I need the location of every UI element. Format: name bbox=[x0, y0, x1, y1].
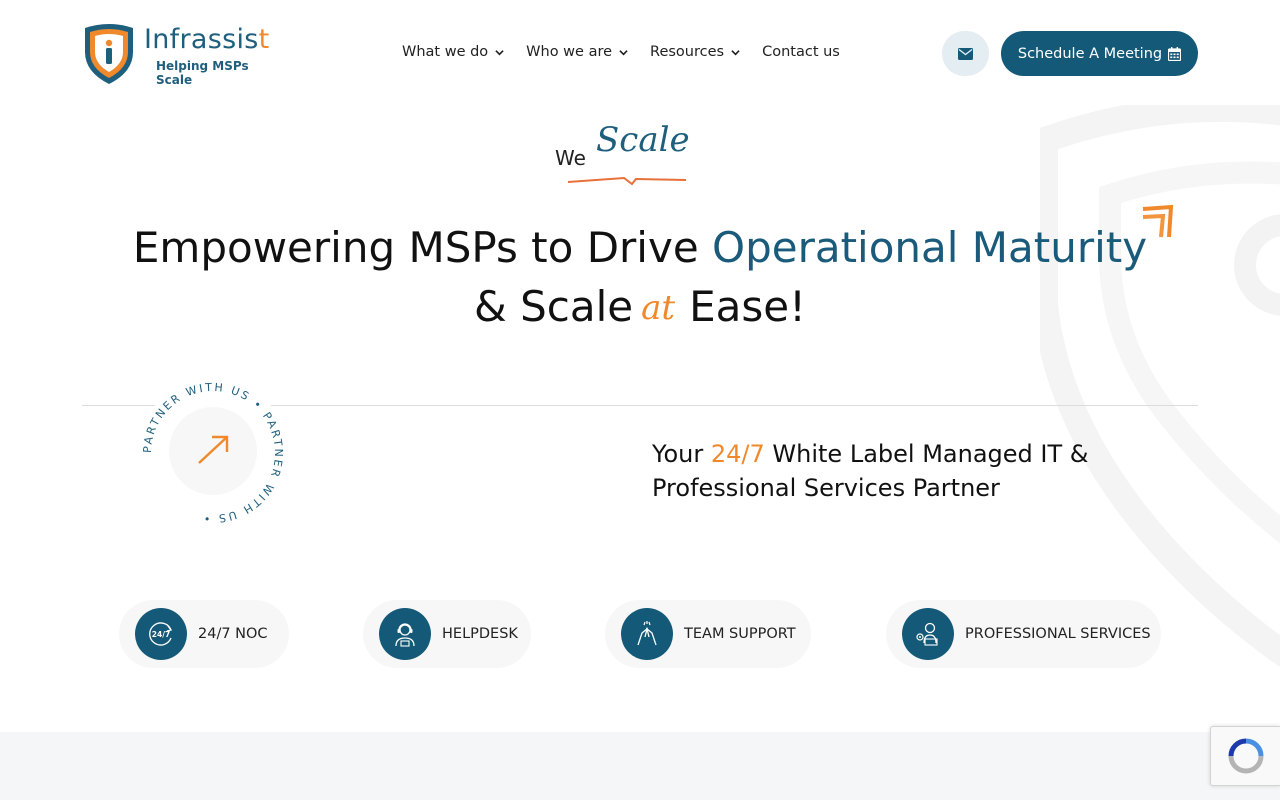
recaptcha-badge[interactable] bbox=[1210, 726, 1280, 786]
envelope-icon bbox=[958, 47, 973, 60]
main-nav: What we do Who we are Resources Contact … bbox=[402, 44, 862, 60]
headline-part-2: & Scale bbox=[474, 282, 634, 331]
headline-accent: Operational Maturity bbox=[712, 223, 1148, 272]
nav-item-what-we-do[interactable]: What we do bbox=[402, 44, 504, 60]
nav-item-resources[interactable]: Resources bbox=[650, 44, 740, 60]
clock-24-7-icon: 24/7 bbox=[149, 622, 173, 646]
tagline-pre: Your bbox=[652, 440, 711, 468]
nav-item-label: Contact us bbox=[762, 44, 840, 60]
service-team-support[interactable]: TEAM SUPPORT bbox=[605, 600, 811, 668]
shield-watermark-icon bbox=[1040, 105, 1280, 668]
underline-swoosh-icon bbox=[567, 176, 687, 186]
nav-item-label: What we do bbox=[402, 44, 489, 60]
nav-item-who-we-are[interactable]: Who we are bbox=[526, 44, 628, 60]
service-professional-services[interactable]: PROFESSIONAL SERVICES bbox=[886, 600, 1161, 668]
shield-logo-icon bbox=[85, 24, 133, 84]
nav-item-contact-us[interactable]: Contact us bbox=[762, 44, 840, 60]
service-helpdesk[interactable]: HELPDESK bbox=[363, 600, 531, 668]
hero-tagline: Your 24/7 White Label Managed IT & Profe… bbox=[652, 437, 1172, 505]
site-header: Infrassist Helping MSPs Scale What we do… bbox=[0, 0, 1280, 106]
schedule-meeting-button[interactable]: Schedule A Meeting bbox=[1001, 31, 1198, 76]
headline-at: at bbox=[641, 288, 676, 328]
schedule-meeting-label: Schedule A Meeting bbox=[1017, 45, 1163, 62]
recaptcha-icon bbox=[1228, 738, 1263, 774]
brand-name-end: t bbox=[258, 24, 270, 55]
calendar-icon bbox=[1168, 46, 1182, 61]
we-scale-kicker: We Scale bbox=[552, 120, 702, 192]
brand-name: Infrassis bbox=[144, 24, 259, 55]
chevron-down-icon bbox=[495, 49, 504, 55]
engineer-laptop-icon bbox=[916, 622, 938, 646]
email-button[interactable] bbox=[942, 31, 989, 76]
next-section-band bbox=[0, 732, 1280, 800]
service-noc[interactable]: 24/7 24/7 NOC bbox=[119, 600, 289, 668]
service-label: PROFESSIONAL SERVICES bbox=[965, 626, 1151, 642]
service-label: 24/7 NOC bbox=[198, 626, 268, 642]
nav-item-label: Who we are bbox=[526, 44, 613, 60]
svg-text:24/7: 24/7 bbox=[152, 630, 170, 639]
nav-item-label: Resources bbox=[650, 44, 725, 60]
kicker-scale: Scale bbox=[596, 120, 690, 160]
kicker-we: We bbox=[555, 146, 586, 170]
tagline-highlight: 24/7 bbox=[710, 440, 765, 468]
brand-tagline: Helping MSPs Scale bbox=[156, 59, 249, 87]
chevron-down-icon bbox=[731, 49, 740, 55]
partner-badge-graphic: PARTNER WITH US • PARTNER WITH US • bbox=[141, 381, 283, 525]
partner-with-us-badge[interactable]: PARTNER WITH US • PARTNER WITH US • bbox=[138, 378, 288, 528]
headline-part-3: Ease! bbox=[689, 282, 806, 331]
headline-part-1: Empowering MSPs to Drive bbox=[132, 223, 713, 272]
hero-headline: Empowering MSPs to Drive Operational Mat… bbox=[0, 218, 1280, 340]
service-label: TEAM SUPPORT bbox=[684, 626, 796, 642]
brand-logo[interactable]: Infrassist Helping MSPs Scale bbox=[82, 22, 282, 87]
double-arrow-accent-icon bbox=[1142, 204, 1174, 238]
support-agent-icon bbox=[395, 623, 415, 647]
chevron-down-icon bbox=[619, 49, 628, 55]
service-label: HELPDESK bbox=[442, 626, 518, 642]
high-five-icon bbox=[637, 621, 657, 646]
